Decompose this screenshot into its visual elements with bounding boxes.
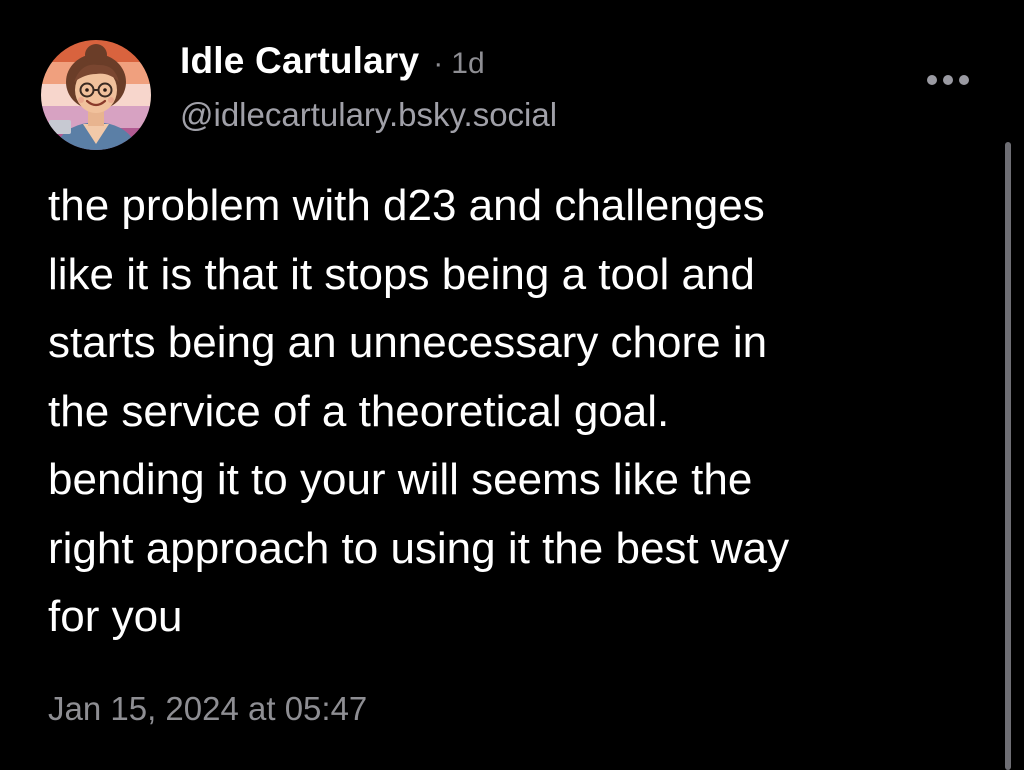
post-timestamp: Jan 15, 2024 at 05:47 — [48, 690, 368, 727]
post-text: the problem with d23 and challenges like… — [48, 181, 790, 641]
ellipsis-icon — [924, 75, 972, 85]
relative-time: 1d — [451, 47, 485, 80]
author-display-name[interactable]: Idle Cartulary — [180, 40, 419, 82]
scrollbar[interactable] — [1005, 142, 1011, 770]
more-options-button[interactable] — [920, 62, 976, 98]
author-row: Idle Cartulary · 1d — [180, 40, 557, 92]
post-header: Idle Cartulary · 1d @idlecartulary.bsky.… — [180, 40, 557, 134]
avatar[interactable] — [41, 40, 151, 150]
separator-dot: · — [433, 47, 444, 80]
post-detail: Idle Cartulary · 1d @idlecartulary.bsky.… — [0, 0, 1024, 770]
avatar-illustration-icon — [41, 40, 151, 150]
author-handle[interactable]: @idlecartulary.bsky.social — [180, 96, 557, 134]
